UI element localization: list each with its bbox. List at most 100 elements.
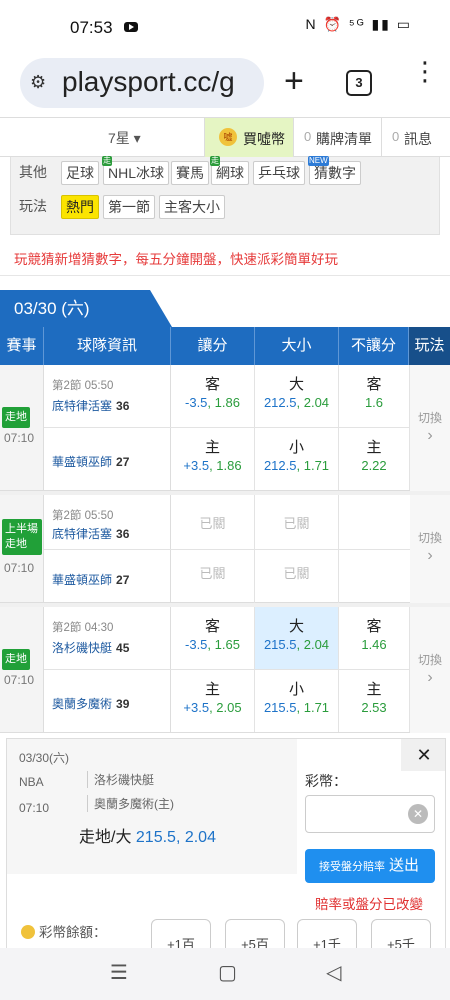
home-team[interactable]: 華盛頓巫師 27 — [52, 453, 129, 470]
status-bar: 07:53 N ⏰ ⁵ᴳ ▮▮ ▭ — [0, 0, 450, 56]
line-value: -3.5 — [185, 637, 208, 652]
cart-label: 購牌清單 — [316, 131, 372, 147]
line-value: -3.5 — [185, 395, 208, 410]
odds-value: 1.86 — [216, 458, 242, 473]
filter-hot[interactable]: 熱門 — [61, 195, 99, 219]
odds-cell-ml-home[interactable]: 主 2.22 — [339, 428, 410, 490]
status-icons: N ⏰ ⁵ᴳ ▮▮ ▭ — [305, 16, 412, 32]
bet-league: NBA — [19, 775, 44, 789]
switch-button[interactable]: 切換 › — [410, 365, 450, 491]
closed-cell: 已關 — [171, 495, 255, 549]
away-team-name: 底特律活塞 — [52, 527, 113, 541]
odds-cell-spread-away[interactable]: 客 -3.5, 1.86 — [171, 365, 255, 427]
pick-line: 215.5, 2.04 — [135, 829, 216, 846]
filter-tennis[interactable]: 走網球 — [210, 156, 249, 185]
home-team[interactable]: 華盛頓巫師 27 — [52, 571, 129, 588]
odds-value: 1.65 — [214, 637, 240, 652]
game-period: 第2節 04:30 — [52, 622, 114, 634]
odds-cell-ou-over-selected[interactable]: 大 215.5, 2.04 — [255, 607, 339, 669]
youtube-icon — [124, 22, 138, 32]
table-header: 賽事 球隊資訊 讓分 大小 不讓分 玩法 — [0, 327, 450, 365]
clear-icon[interactable]: ✕ — [408, 804, 428, 824]
filter-home-away-ou[interactable]: 主客大小 — [159, 195, 225, 219]
line-value: +3.5 — [183, 458, 210, 473]
home-team-name: 華盛頓巫師 — [52, 455, 113, 469]
odds-cell-ou-under[interactable]: 小 215.5, 1.71 — [255, 670, 339, 732]
filter-first-quarter[interactable]: 第一節 — [103, 195, 155, 219]
site-settings-icon[interactable]: ⚙ — [30, 72, 46, 93]
odds-value: 2.04 — [303, 637, 330, 652]
odds-cell-ou-over[interactable]: 大 212.5, 2.04 — [255, 365, 339, 427]
game-row: 上半場 走地 07:10 第2節 05:50 底特律活塞 36 華盛頓巫師 27 已… — [0, 495, 410, 603]
odds-cell-ou-under[interactable]: 小 212.5, 1.71 — [255, 428, 339, 490]
side-label: 主 — [366, 439, 382, 456]
quick-add-500[interactable]: +5百 — [225, 919, 285, 948]
away-team[interactable]: 底特律活塞 36 — [52, 397, 129, 414]
messages-button[interactable]: 0 訊息 — [381, 118, 450, 158]
cart-count: 0 — [304, 129, 312, 144]
away-team-name: 洛杉磯快艇 — [52, 641, 113, 655]
quick-add-5000[interactable]: +5千 — [371, 919, 431, 948]
browser-toolbar: ⚙ playsport.cc/g + 3 ⋮ — [0, 56, 450, 116]
chevron-right-icon: › — [427, 669, 433, 686]
quick-add-100[interactable]: +1百 — [151, 919, 211, 948]
recent-apps-icon[interactable]: ☰ — [110, 960, 128, 985]
submit-label: 送出 — [389, 857, 420, 874]
filter-pingpong[interactable]: 乒乓球 — [253, 161, 305, 185]
filter-nhl[interactable]: 走 NHL冰球 — [102, 156, 170, 185]
filter-football[interactable]: 足球 — [61, 161, 99, 185]
home-team[interactable]: 奧蘭多魔術 39 — [52, 695, 129, 712]
odds-cell-spread-away[interactable]: 客 -3.5, 1.65 — [171, 607, 255, 669]
game-time: 07:10 — [4, 431, 35, 445]
side-label: 客 — [204, 376, 220, 393]
away-score: 45 — [116, 641, 130, 655]
top-nav: 7星 ▾ 噓 買噓幣 0 購牌清單 0 訊息 — [0, 117, 450, 158]
switch-label: 切換 — [417, 653, 442, 667]
odds-cell-ml-home[interactable]: 主 2.53 — [339, 670, 410, 732]
quick-add-1000[interactable]: +1千 — [297, 919, 357, 948]
switch-button[interactable]: 切換 › — [410, 607, 450, 733]
side-label: 大 — [288, 376, 304, 393]
header-spread: 讓分 — [171, 327, 255, 365]
line-value: 215.5 — [263, 700, 297, 715]
home-icon[interactable]: ▢ — [218, 960, 237, 985]
divider — [0, 275, 450, 276]
header-event: 賽事 — [0, 327, 44, 365]
buy-coins-button[interactable]: 噓 買噓幣 — [204, 118, 293, 158]
side-label: 主 — [204, 681, 220, 698]
switch-label: 切換 — [417, 411, 442, 425]
filter-nhl-label: NHL冰球 — [108, 165, 165, 181]
odds-value: 1.46 — [361, 637, 387, 652]
member-level-dropdown[interactable]: 7星 ▾ — [108, 128, 141, 148]
tab-switcher-button[interactable]: 3 — [346, 70, 372, 96]
status-time: 07:53 — [70, 18, 113, 37]
live-badge: 走 — [210, 156, 220, 166]
switch-button[interactable]: 切換 › — [410, 495, 450, 603]
live-badge: 走 — [102, 156, 112, 166]
stake-input[interactable]: ✕ — [305, 795, 435, 833]
close-icon[interactable]: ✕ — [401, 739, 445, 771]
promo-text[interactable]: 玩競猜新增猜數字，每五分鐘開盤，快速派彩簡單好玩 — [14, 248, 338, 268]
more-menu-icon[interactable]: ⋮ — [412, 58, 438, 84]
bet-date: 03/30(六) — [19, 751, 70, 765]
away-team[interactable]: 底特律活塞 36 — [52, 525, 129, 542]
filter-guess-number[interactable]: NEW 猜數字 — [308, 156, 361, 185]
game-period: 第2節 05:50 — [52, 510, 114, 522]
odds-cell-ml-away[interactable]: 客 1.46 — [339, 607, 410, 669]
odds-cell-ml-away[interactable]: 客 1.6 — [339, 365, 410, 427]
address-bar[interactable]: ⚙ playsport.cc/g — [20, 58, 264, 108]
odds-cell-spread-home[interactable]: 主 +3.5, 2.05 — [171, 670, 255, 732]
odds-cell-spread-home[interactable]: 主 +3.5, 1.86 — [171, 428, 255, 490]
balance-label: 彩幣餘額： — [39, 925, 107, 940]
url-text[interactable]: playsport.cc/g — [62, 66, 235, 98]
new-tab-icon[interactable]: + — [284, 62, 304, 101]
submit-button[interactable]: 接受盤分賠率 送出 — [305, 849, 435, 883]
back-icon[interactable]: ◁ — [326, 960, 341, 985]
filter-horse[interactable]: 賽馬 — [171, 161, 209, 185]
game-time: 07:10 — [4, 673, 35, 687]
system-nav-bar: ☰ ▢ ◁ — [0, 948, 450, 1000]
filter-other-label: 其他 — [19, 164, 47, 180]
away-team[interactable]: 洛杉磯快艇 45 — [52, 639, 129, 656]
cart-button[interactable]: 0 購牌清單 — [293, 118, 381, 158]
filter-play-label: 玩法 — [19, 198, 47, 214]
